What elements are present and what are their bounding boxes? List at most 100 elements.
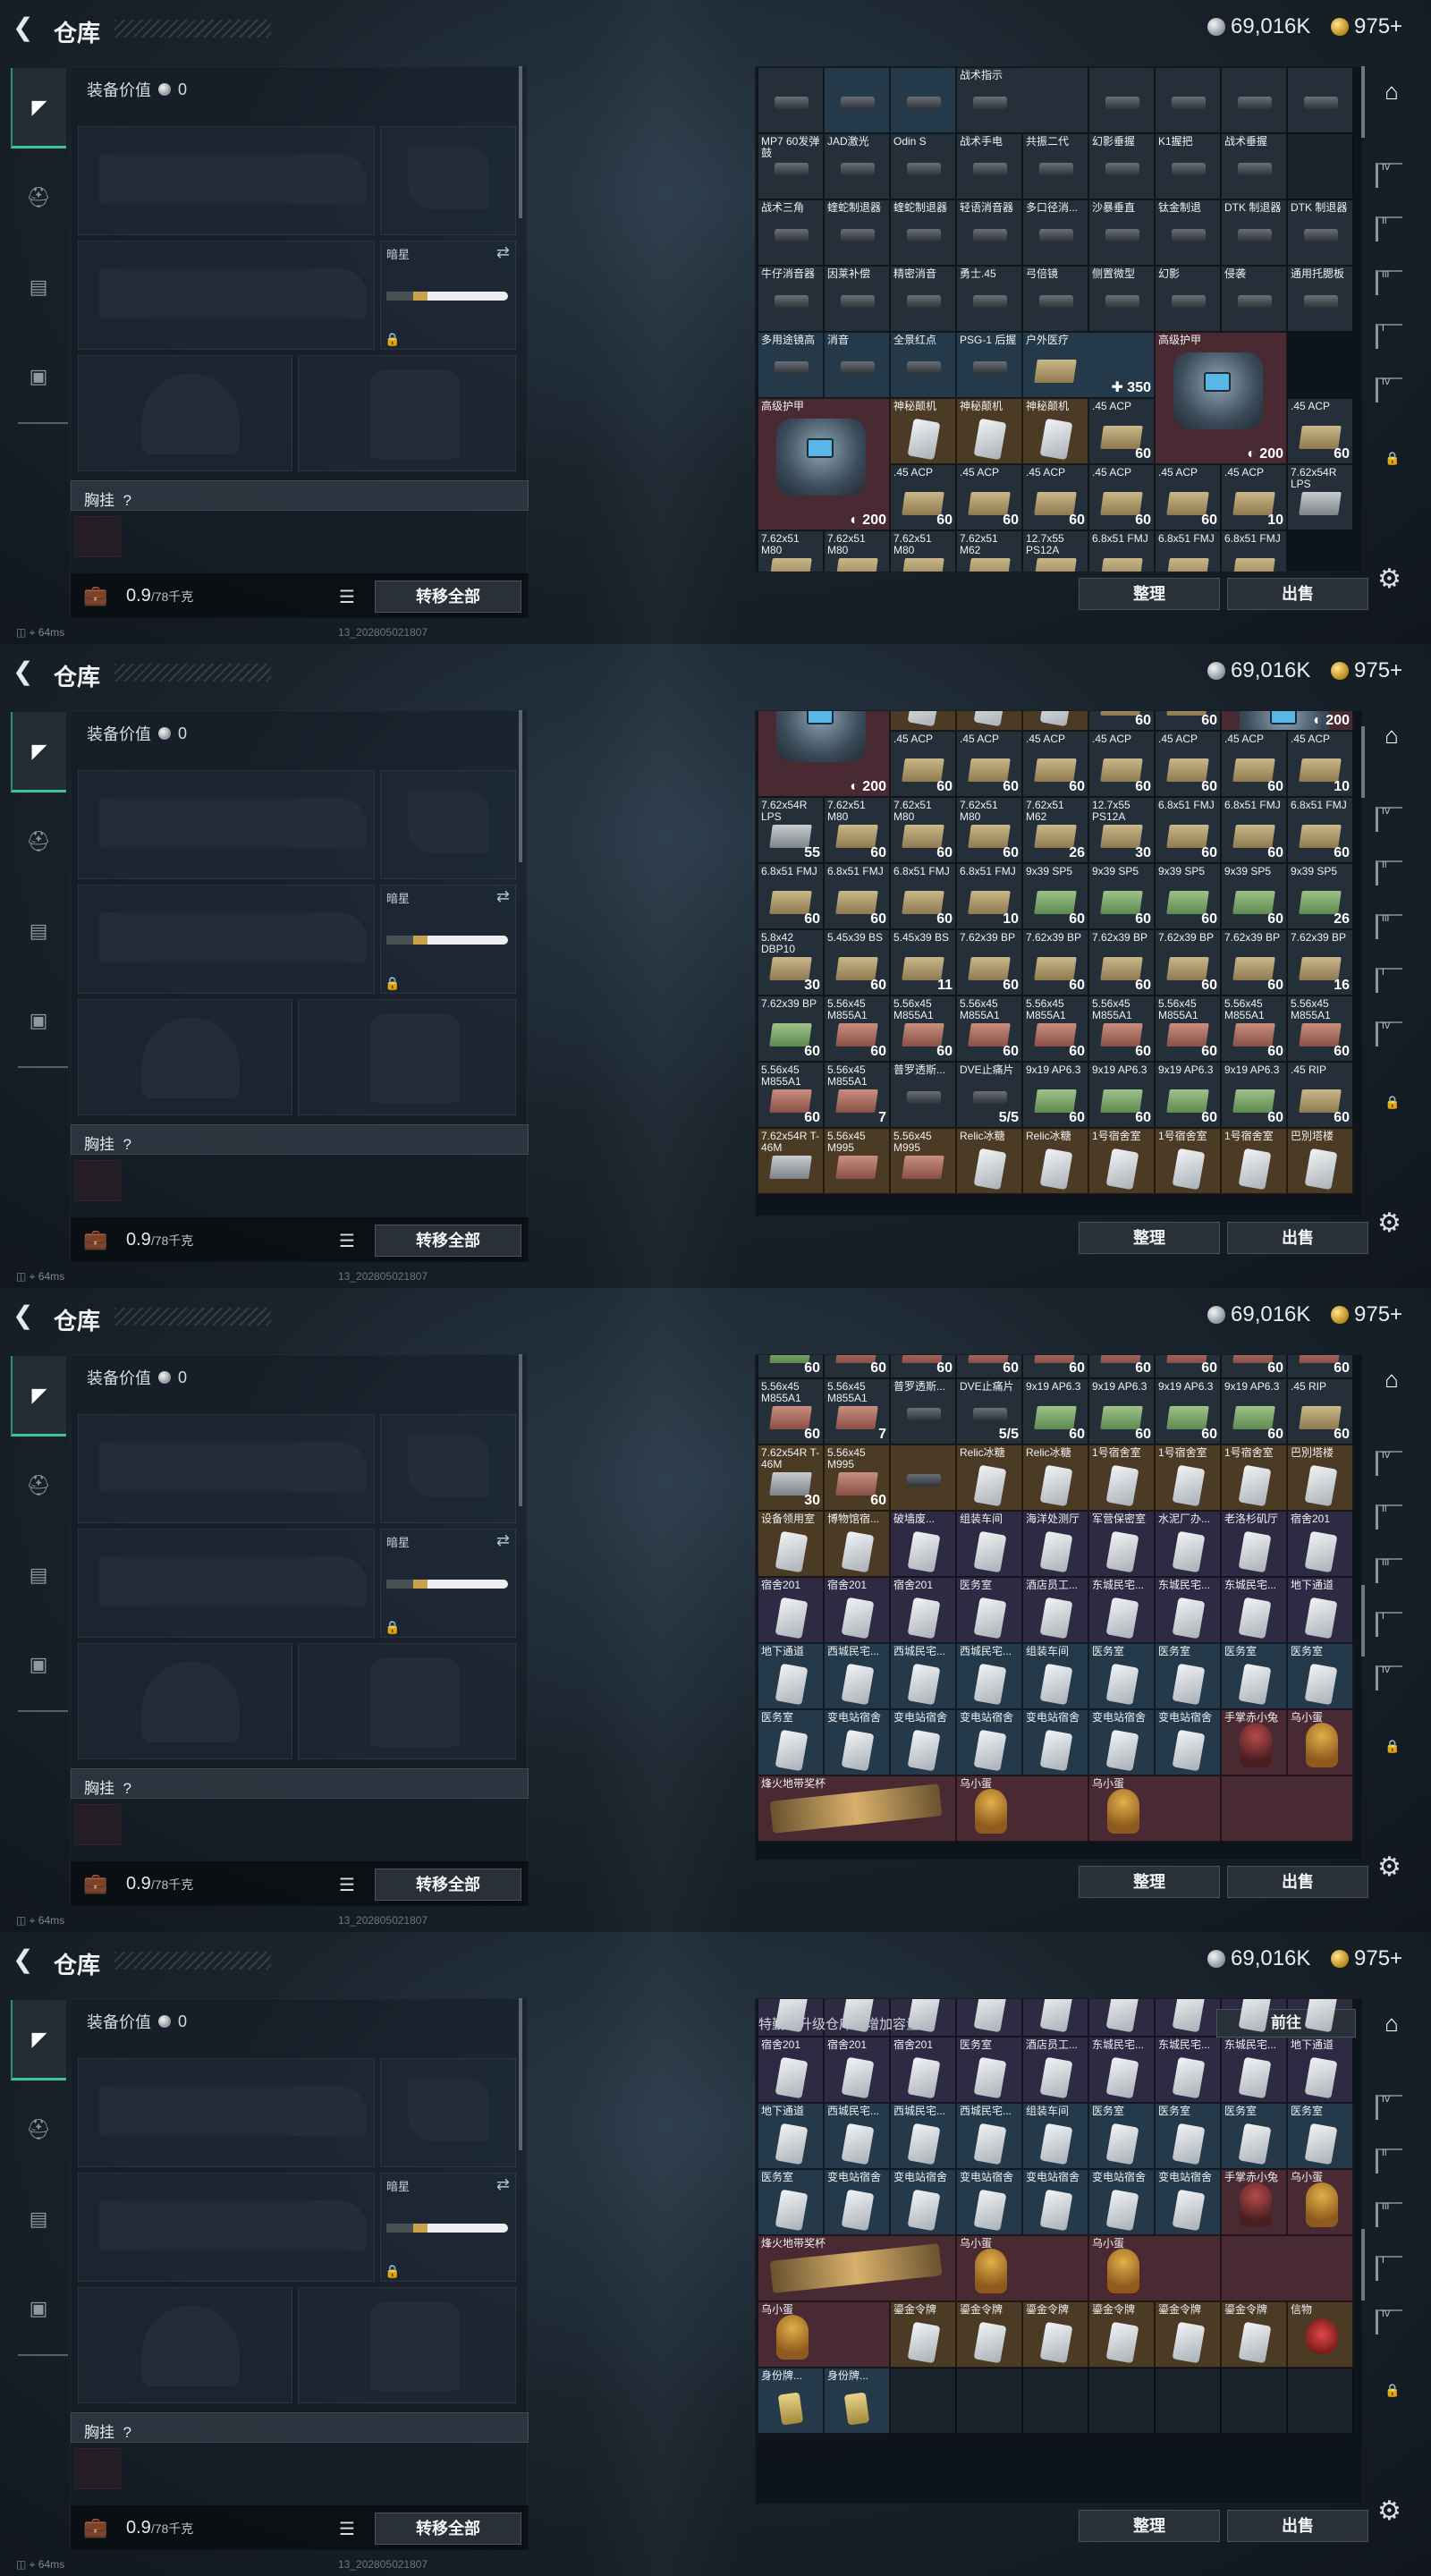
inventory-item[interactable]: 西城民宅... bbox=[824, 2103, 890, 2169]
list-icon[interactable]: ☰ bbox=[339, 2518, 355, 2540]
inventory-item[interactable]: 手掌赤小兔 bbox=[1221, 1709, 1287, 1775]
inventory-item[interactable]: 东城民宅... bbox=[1221, 2037, 1287, 2103]
gold-currency[interactable]: 975+ bbox=[1331, 658, 1402, 683]
warehouse-scrollbar[interactable] bbox=[1361, 1585, 1365, 1657]
silver-currency[interactable]: 69,016K bbox=[1207, 658, 1310, 683]
inventory-item[interactable]: 5.8x42 DBP10 30 bbox=[758, 929, 824, 996]
pistol-slot[interactable] bbox=[380, 2058, 516, 2167]
helmet-slot[interactable] bbox=[78, 355, 292, 471]
inventory-item[interactable]: 东城民宅... bbox=[1155, 1577, 1221, 1643]
inventory-item[interactable]: 组装车间 bbox=[1022, 2103, 1088, 2169]
inventory-item[interactable]: 6.8x51 FMJ 60 bbox=[1155, 797, 1221, 863]
inventory-item[interactable]: 乌小蛋 bbox=[1287, 2169, 1353, 2235]
inventory-item[interactable]: 消音 bbox=[824, 332, 890, 398]
inventory-item[interactable]: 地下通道 bbox=[758, 2103, 824, 2169]
inventory-item[interactable]: 高级护甲 ◐ 200 bbox=[758, 398, 890, 530]
inventory-item[interactable] bbox=[1022, 2368, 1088, 2434]
inventory-item[interactable]: 7.62x54R T-46M bbox=[758, 1128, 824, 1194]
tab-case[interactable]: ▣ bbox=[11, 980, 66, 1061]
inventory-item[interactable]: 5.56x45 M855A160 bbox=[824, 1355, 890, 1378]
chest-rig-slot[interactable] bbox=[74, 2448, 121, 2489]
silver-currency[interactable]: 69,016K bbox=[1207, 1946, 1310, 1971]
inventory-item[interactable]: K1握把 bbox=[1155, 133, 1221, 199]
secondary-weapon-slot[interactable] bbox=[78, 885, 375, 994]
inventory-item[interactable]: Relic冰糖 bbox=[1022, 1128, 1088, 1194]
inventory-item[interactable]: 5.56x45 M855A160 bbox=[1287, 1355, 1353, 1378]
inventory-item[interactable]: 5.56x45 M855A160 bbox=[1022, 1355, 1088, 1378]
inventory-item[interactable]: 5.56x45 M855A160 bbox=[956, 1355, 1022, 1378]
sell-button[interactable]: 出售 bbox=[1227, 578, 1368, 610]
inventory-item[interactable]: Relic冰糖 bbox=[956, 1128, 1022, 1194]
inventory-item[interactable]: 9x39 SP5 26 bbox=[1287, 863, 1353, 929]
silver-currency[interactable]: 69,016K bbox=[1207, 1302, 1310, 1327]
warehouse-scrollbar[interactable] bbox=[1361, 726, 1365, 798]
back-arrow-icon[interactable]: ❮ bbox=[13, 1302, 36, 1329]
inventory-item[interactable]: 9x39 SP5 60 bbox=[1088, 863, 1155, 929]
inventory-item[interactable]: 神秘颠机 bbox=[1022, 711, 1088, 731]
inventory-item[interactable]: 变电站宿舍 bbox=[890, 1709, 956, 1775]
sort-button[interactable]: 整理 bbox=[1079, 578, 1220, 610]
inventory-item[interactable]: 医务室 bbox=[1088, 2103, 1155, 2169]
inventory-item[interactable]: 鎏金令牌 bbox=[1088, 2301, 1155, 2368]
inventory-item[interactable]: 7.62x39 BP 16 bbox=[1287, 929, 1353, 996]
list-icon[interactable]: ☰ bbox=[339, 586, 355, 608]
inventory-item[interactable]: 轻语消音器 bbox=[956, 199, 1022, 266]
tab-backpack[interactable]: ▤ bbox=[11, 2179, 66, 2259]
list-icon[interactable]: ☰ bbox=[339, 1874, 355, 1896]
armor-slot[interactable] bbox=[298, 999, 516, 1115]
warehouse-scrollbar[interactable] bbox=[1361, 2229, 1365, 2301]
inventory-item[interactable]: 多口径消... bbox=[1022, 199, 1088, 266]
inventory-item[interactable]: 7.62x39 BP60 bbox=[1221, 929, 1287, 996]
armor-slot[interactable] bbox=[298, 2287, 516, 2403]
inventory-item[interactable]: 5.56x45 M855A160 bbox=[1221, 996, 1287, 1062]
equipment-scrollbar[interactable] bbox=[519, 66, 522, 218]
inventory-item[interactable]: 1号宿舍室 bbox=[1155, 1445, 1221, 1511]
inventory-item[interactable]: 1号宿舍室 bbox=[1088, 1128, 1155, 1194]
inventory-item[interactable]: 7.62x51 M80 bbox=[824, 530, 890, 572]
inventory-item[interactable] bbox=[890, 67, 956, 133]
inventory-item[interactable]: 东城民宅... bbox=[1088, 1577, 1155, 1643]
inventory-item[interactable]: 7.62x39 BP60 bbox=[1022, 929, 1088, 996]
page-tab-3[interactable]: III bbox=[1376, 914, 1402, 939]
inventory-item[interactable]: .45 ACP 10 bbox=[1287, 731, 1353, 797]
tab-backpack[interactable]: ▤ bbox=[11, 891, 66, 971]
melee-slot[interactable]: 暗星 ⇄ 🔒 bbox=[380, 2173, 516, 2282]
inventory-item[interactable]: 7.62x54R LPS bbox=[1287, 464, 1353, 530]
inventory-item[interactable]: 5.56x45 M995 bbox=[890, 1128, 956, 1194]
inventory-item[interactable]: DTK 制退器 bbox=[1287, 199, 1353, 266]
secondary-weapon-slot[interactable] bbox=[78, 241, 375, 350]
inventory-item[interactable]: .45 ACP 60 bbox=[1155, 731, 1221, 797]
inventory-item[interactable]: 12.7x55 PS12A bbox=[1022, 530, 1088, 572]
inventory-item[interactable]: 7.62x51 M80 bbox=[758, 530, 824, 572]
inventory-item[interactable]: 变电站宿舍 bbox=[1088, 2169, 1155, 2235]
warehouse-home-icon[interactable]: ⌂ bbox=[1374, 73, 1410, 109]
page-tab-2[interactable]: II bbox=[1376, 860, 1402, 886]
inventory-item[interactable]: 9x39 SP5 60 bbox=[1155, 863, 1221, 929]
inventory-item[interactable]: 5.56x45 M855A160 bbox=[758, 1062, 824, 1128]
inventory-item[interactable]: 7.62x39 BP60 bbox=[758, 1355, 824, 1378]
inventory-item[interactable]: 7.62x39 BP60 bbox=[956, 929, 1022, 996]
inventory-item[interactable]: 宿舍201 bbox=[890, 1577, 956, 1643]
inventory-item[interactable]: 5.56x45 M995 60 bbox=[824, 1445, 890, 1511]
swap-icon[interactable]: ⇄ bbox=[496, 243, 510, 262]
inventory-item[interactable]: .45 ACP 60 bbox=[1088, 464, 1155, 530]
inventory-item[interactable]: 巴別塔楼 bbox=[1287, 1445, 1353, 1511]
inventory-item[interactable]: 5.56x45 M855A160 bbox=[956, 996, 1022, 1062]
inventory-item[interactable]: 5.45x39 BS 11 bbox=[890, 929, 956, 996]
inventory-item[interactable] bbox=[824, 67, 890, 133]
gold-currency[interactable]: 975+ bbox=[1331, 14, 1402, 39]
primary-weapon-slot[interactable] bbox=[78, 1414, 375, 1523]
inventory-item[interactable]: 医务室 bbox=[1155, 2103, 1221, 2169]
inventory-item[interactable]: .45 ACP 60 bbox=[956, 464, 1022, 530]
inventory-item[interactable]: 宿舍201 bbox=[758, 1577, 824, 1643]
inventory-item[interactable]: .45 ACP 60 bbox=[1287, 398, 1353, 464]
chest-rig-slot[interactable] bbox=[74, 516, 121, 557]
page-tab-5[interactable]: IV bbox=[1376, 1665, 1402, 1690]
back-arrow-icon[interactable]: ❮ bbox=[13, 14, 36, 41]
page-tab-4[interactable]: IV bbox=[1376, 2095, 1402, 2120]
pistol-slot[interactable] bbox=[380, 126, 516, 235]
inventory-item[interactable]: 西城民宅... bbox=[890, 1643, 956, 1709]
inventory-item[interactable]: 9x19 AP6.3 60 bbox=[1221, 1062, 1287, 1128]
inventory-item[interactable]: 变电站宿舍 bbox=[956, 2169, 1022, 2235]
back-arrow-icon[interactable]: ❮ bbox=[13, 658, 36, 685]
